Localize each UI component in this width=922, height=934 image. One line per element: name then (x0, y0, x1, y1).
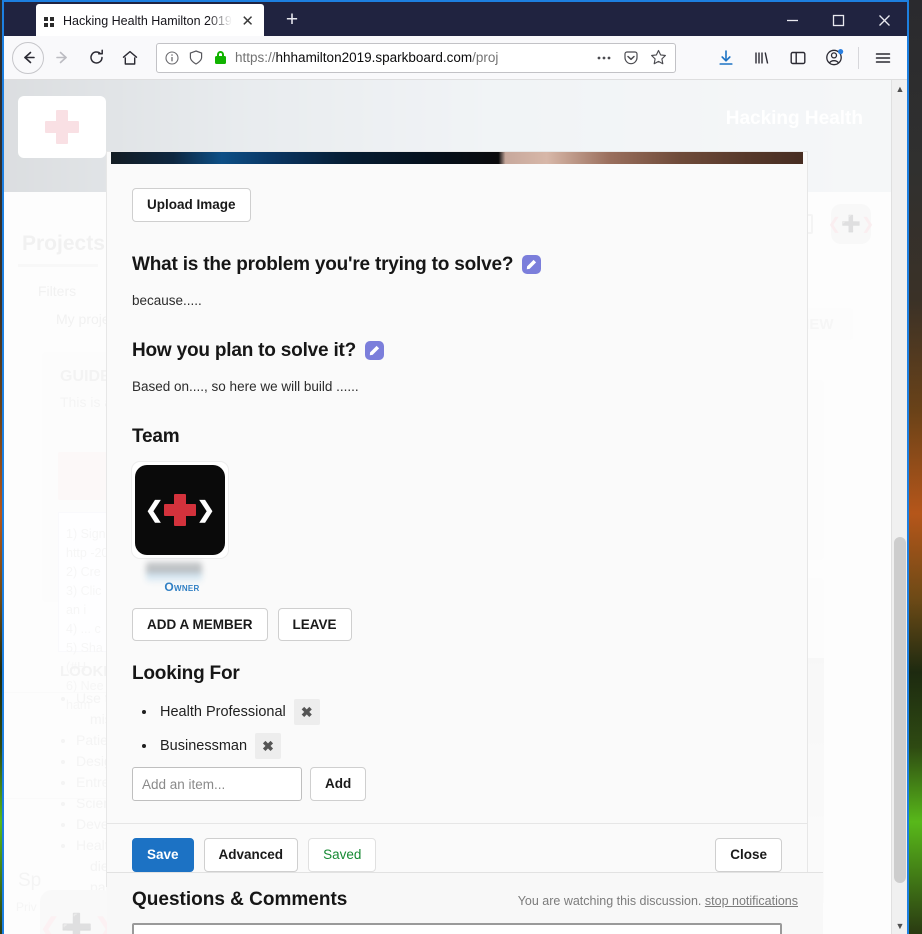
team-member-role: Owner (164, 579, 200, 594)
downloads-icon[interactable] (710, 42, 742, 74)
close-icon[interactable] (861, 2, 907, 38)
pocket-icon[interactable] (622, 49, 640, 67)
upload-image-button[interactable]: Upload Image (132, 188, 251, 222)
cross-icon (164, 493, 196, 526)
looking-for-list: Health Professional ✖ Businessman ✖ (132, 699, 782, 759)
page-viewport: Hacking Health ❮➕❯ Projects Filters My p… (4, 80, 907, 934)
comments-heading: Questions & Comments (132, 889, 348, 910)
toolbar-divider (858, 46, 859, 69)
add-item-row: Add (132, 767, 782, 805)
shield-icon[interactable] (187, 49, 205, 67)
url-text[interactable]: https://hhhamilton2019.sparkboard.com/pr… (235, 50, 589, 65)
back-icon[interactable] (12, 41, 44, 74)
maximize-icon[interactable] (815, 2, 861, 38)
save-button[interactable]: Save (132, 838, 194, 872)
list-item: Businessman ✖ (132, 733, 782, 759)
looking-for-item-label: Health Professional (160, 704, 286, 720)
lock-icon[interactable] (211, 49, 229, 67)
looking-for-item-label: Businessman (160, 738, 248, 754)
reload-icon[interactable] (80, 42, 112, 74)
solution-answer: Based on...., so here we will build ....… (132, 378, 359, 394)
browser-tab[interactable]: Hacking Health Hamilton 2019 ✕ (36, 4, 264, 38)
add-a-member-button[interactable]: ADD A MEMBER (132, 607, 268, 641)
project-cover-image (111, 152, 803, 164)
watching-status: You are watching this discussion. stop n… (518, 894, 798, 908)
avatar: ❮ ❯ (135, 464, 225, 555)
window-controls (769, 2, 907, 38)
remove-item-button[interactable]: ✖ (293, 699, 320, 725)
info-icon[interactable] (163, 49, 181, 67)
bullet-icon (142, 710, 146, 714)
edit-solution-pencil-icon[interactable] (365, 341, 385, 360)
project-edit-modal: Upload Image What is the problem you're … (107, 152, 807, 886)
team-member-card[interactable]: ❮ ❯ (132, 461, 228, 558)
new-tab-button[interactable]: + (278, 8, 306, 34)
edit-problem-pencil-icon[interactable] (522, 255, 542, 274)
bullet-icon (142, 744, 146, 748)
watching-text: You are watching this discussion. (517, 894, 702, 908)
close-button[interactable]: Close (715, 838, 782, 872)
blurred-name (146, 561, 202, 582)
menu-icon[interactable] (867, 42, 899, 74)
bookmark-star-icon[interactable] (649, 49, 667, 67)
solution-heading: How you plan to solve it? (132, 340, 782, 362)
list-item: Health Professional ✖ (132, 699, 782, 725)
browser-toolbar: https://hhhamilton2019.sparkboard.com/pr… (4, 36, 907, 80)
page-scrollbar[interactable]: ▲ ▼ (891, 80, 907, 934)
browser-window: Hacking Health Hamilton 2019 ✕ + https:/… (2, 0, 909, 934)
sidebar-icon[interactable] (782, 42, 814, 74)
scroll-down-icon[interactable]: ▼ (892, 917, 907, 934)
toolbar-right-group (710, 42, 899, 74)
grid-icon (44, 15, 56, 27)
modal-body: Upload Image What is the problem you're … (107, 164, 807, 805)
browser-titlebar: Hacking Health Hamilton 2019 ✕ + (4, 0, 907, 38)
team-member[interactable]: ❮ ❯ Owner (132, 461, 232, 594)
problem-answer: because..... (132, 292, 202, 308)
comment-input[interactable] (132, 923, 782, 934)
scroll-up-icon[interactable]: ▲ (892, 80, 907, 97)
leave-button[interactable]: LEAVE (277, 607, 352, 641)
scrollbar-thumb[interactable] (894, 537, 906, 883)
tab-close-icon[interactable]: ✕ (239, 14, 256, 29)
team-heading: Team (132, 425, 180, 447)
remove-item-button[interactable]: ✖ (255, 733, 282, 759)
home-icon[interactable] (114, 42, 146, 74)
comments-panel: Questions & Comments You are watching th… (107, 873, 823, 934)
looking-for-heading: Looking For (132, 663, 240, 684)
problem-heading: What is the problem you're trying to sol… (132, 254, 782, 276)
account-icon[interactable] (818, 42, 850, 74)
url-bar[interactable]: https://hhhamilton2019.sparkboard.com/pr… (156, 42, 676, 73)
page-actions-icon[interactable] (595, 49, 613, 67)
advanced-button[interactable]: Advanced (203, 838, 299, 872)
comments-header: Questions & Comments You are watching th… (132, 889, 798, 911)
library-icon[interactable] (746, 42, 778, 74)
team-actions: ADD A MEMBER LEAVE (132, 607, 782, 641)
problem-heading-text: What is the problem you're trying to sol… (132, 253, 514, 275)
chevron-right-icon: ❯ (196, 496, 215, 522)
forward-icon (46, 42, 78, 74)
solution-heading-text: How you plan to solve it? (132, 339, 357, 361)
chevron-left-icon: ❮ (145, 496, 164, 522)
add-item-input[interactable] (132, 767, 302, 801)
minimize-icon[interactable] (769, 2, 815, 38)
tab-title: Hacking Health Hamilton 2019 (63, 14, 232, 28)
add-item-button[interactable]: Add (310, 767, 367, 801)
saved-status-button[interactable]: Saved (308, 838, 377, 872)
stop-notifications-link[interactable]: stop notifications (705, 894, 798, 908)
